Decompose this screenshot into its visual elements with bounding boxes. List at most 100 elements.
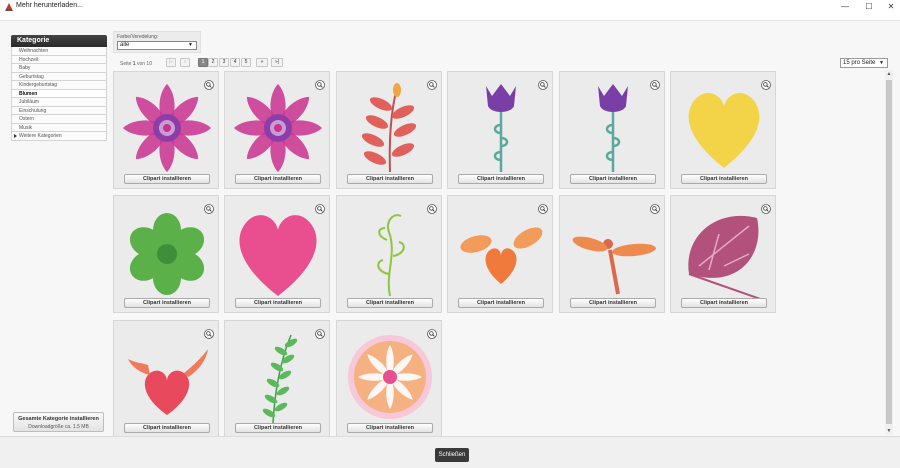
vertical-scrollbar[interactable]: ▲ ▼ xyxy=(885,70,893,435)
zoom-icon[interactable] xyxy=(650,77,660,90)
zoom-icon[interactable] xyxy=(538,77,548,90)
zoom-icon[interactable] xyxy=(204,77,214,90)
minimize-icon[interactable]: — xyxy=(838,2,852,12)
clipart-tile-purple-leaf: Clipart installieren xyxy=(670,195,776,313)
zoom-icon[interactable] xyxy=(761,77,771,90)
download-size-label: Downloadgröße ca. 1.5 MB xyxy=(28,424,89,430)
clipart-preview-green-vine xyxy=(377,214,405,297)
more-categories-label: Weitere Kategorien xyxy=(19,133,62,139)
install-clipart-button[interactable]: Clipart installieren xyxy=(570,174,656,184)
zoom-icon[interactable] xyxy=(315,326,325,339)
title-bar: Mehr herunterladen... — ☐ ✕ xyxy=(0,0,900,14)
clipart-tile-mandala-flower: Clipart installieren xyxy=(113,71,219,189)
page-2-button[interactable]: 2 xyxy=(208,58,218,67)
per-page-value: 15 pro Seite xyxy=(843,60,876,66)
clipart-tile-red-leaf-branch: Clipart installieren xyxy=(336,71,442,189)
install-clipart-button[interactable]: Clipart installieren xyxy=(124,423,210,433)
install-clipart-button[interactable]: Clipart installieren xyxy=(458,298,544,308)
clipart-tile-pink-mandala: Clipart installieren xyxy=(336,320,442,438)
install-clipart-button[interactable]: Clipart installieren xyxy=(347,174,433,184)
install-clipart-button[interactable]: Clipart installieren xyxy=(458,174,544,184)
install-clipart-button[interactable]: Clipart installieren xyxy=(124,298,210,308)
zoom-icon[interactable] xyxy=(204,326,214,339)
window-title: Mehr herunterladen... xyxy=(16,2,83,9)
last-page-button[interactable]: »| xyxy=(271,58,283,67)
filter-label: Farbe/Veredelung: xyxy=(117,34,159,40)
install-clipart-button[interactable]: Clipart installieren xyxy=(235,298,321,308)
next-page-button[interactable]: » xyxy=(256,58,268,67)
first-page-button[interactable]: |« xyxy=(166,58,176,67)
expand-triangle-icon xyxy=(14,133,17,138)
app-icon xyxy=(5,3,13,11)
clipart-tile-winged-heart: Clipart installieren xyxy=(113,320,219,438)
clipart-tile-pink-heart: Clipart installieren xyxy=(224,195,330,313)
install-clipart-button[interactable]: Clipart installieren xyxy=(347,423,433,433)
filter-value: alle xyxy=(120,42,130,48)
clipart-preview-pink-heart xyxy=(239,215,317,296)
clipart-tile-dragonfly: Clipart installieren xyxy=(559,195,665,313)
category-heading: Kategorie xyxy=(11,35,107,47)
clipart-tile-orange-butterfly-heart: Clipart installieren xyxy=(447,195,553,313)
zoom-icon[interactable] xyxy=(204,201,214,214)
sidebar-item-geburtstag[interactable]: Geburtstag xyxy=(11,72,107,81)
sidebar-item-musik[interactable]: Musik xyxy=(11,123,107,132)
clipart-preview-winged-heart xyxy=(128,349,208,415)
zoom-icon[interactable] xyxy=(315,77,325,90)
zoom-icon[interactable] xyxy=(538,201,548,214)
clipart-tile-purple-tulip-spiral: Clipart installieren xyxy=(447,71,553,189)
scroll-down-icon[interactable]: ▼ xyxy=(885,427,893,435)
zoom-icon[interactable] xyxy=(427,326,437,339)
install-clipart-button[interactable]: Clipart installieren xyxy=(235,423,321,433)
page-current: 1 xyxy=(132,61,136,67)
install-clipart-button[interactable]: Clipart installieren xyxy=(681,174,767,184)
sidebar-item-blumen[interactable]: Blumen xyxy=(11,89,107,98)
page-5-button[interactable]: 5 xyxy=(241,58,251,67)
sidebar-item-ostern[interactable]: Ostern xyxy=(11,115,107,124)
sidebar-item-more-categories[interactable]: Weitere Kategorien xyxy=(11,132,107,141)
page-4-button[interactable]: 4 xyxy=(230,58,240,67)
clipart-preview-purple-tulip-spiral xyxy=(486,84,516,172)
maximize-icon[interactable]: ☐ xyxy=(862,2,876,12)
clipart-tile-yellow-heart: Clipart installieren xyxy=(670,71,776,189)
sidebar-item-weihnachten[interactable]: Weihnachten xyxy=(11,47,107,56)
category-sidebar: Kategorie Weihnachten Hochzeit Baby Gebu… xyxy=(11,35,107,141)
scroll-up-icon[interactable]: ▲ xyxy=(885,70,893,78)
color-filter: Farbe/Veredelung: alle ▼ xyxy=(113,31,201,53)
zoom-icon[interactable] xyxy=(650,201,660,214)
install-category-button[interactable]: Gesamte Kategorie installieren Downloadg… xyxy=(13,412,104,432)
install-clipart-button[interactable]: Clipart installieren xyxy=(124,174,210,184)
install-clipart-button[interactable]: Clipart installieren xyxy=(570,298,656,308)
sidebar-item-kindergeburtstag[interactable]: Kindergeburtstag xyxy=(11,81,107,90)
sidebar-item-hochzeit[interactable]: Hochzeit xyxy=(11,55,107,64)
zoom-icon[interactable] xyxy=(761,201,771,214)
page-prefix: Seite xyxy=(120,61,132,67)
sidebar-item-einschulung[interactable]: Einschulung xyxy=(11,106,107,115)
dropdown-arrow-icon: ▼ xyxy=(879,60,884,66)
install-clipart-button[interactable]: Clipart installieren xyxy=(235,174,321,184)
prev-page-button[interactable]: « xyxy=(180,58,190,67)
clipart-tile-green-vine: Clipart installieren xyxy=(336,195,442,313)
color-filter-select[interactable]: alle ▼ xyxy=(117,41,197,50)
page-1-button[interactable]: 1 xyxy=(198,58,208,67)
page-info: Seite 1 von 10 xyxy=(120,61,152,67)
page-3-button[interactable]: 3 xyxy=(219,58,229,67)
clipart-preview-dragonfly xyxy=(572,236,656,295)
install-clipart-button[interactable]: Clipart installieren xyxy=(681,298,767,308)
clipart-preview-purple-tulip-spiral xyxy=(598,84,628,172)
clipart-preview-pink-mandala xyxy=(348,335,432,419)
zoom-icon[interactable] xyxy=(427,201,437,214)
clipart-preview-green-flower xyxy=(129,213,205,295)
zoom-icon[interactable] xyxy=(427,77,437,90)
clipart-preview-mandala-flower xyxy=(123,84,211,172)
clipart-preview-orange-butterfly-heart xyxy=(460,227,543,284)
clipart-tile-fern-branch: Clipart installieren xyxy=(224,320,330,438)
per-page-select[interactable]: 15 pro Seite ▼ xyxy=(840,58,888,68)
zoom-icon[interactable] xyxy=(315,201,325,214)
close-icon[interactable]: ✕ xyxy=(884,2,898,12)
sidebar-item-jubilaeum[interactable]: Jubiläum xyxy=(11,98,107,107)
close-button[interactable]: Schließen xyxy=(435,448,469,462)
scroll-thumb[interactable] xyxy=(886,80,892,424)
install-clipart-button[interactable]: Clipart installieren xyxy=(347,298,433,308)
clipart-preview-yellow-heart xyxy=(688,93,760,168)
sidebar-item-baby[interactable]: Baby xyxy=(11,64,107,73)
